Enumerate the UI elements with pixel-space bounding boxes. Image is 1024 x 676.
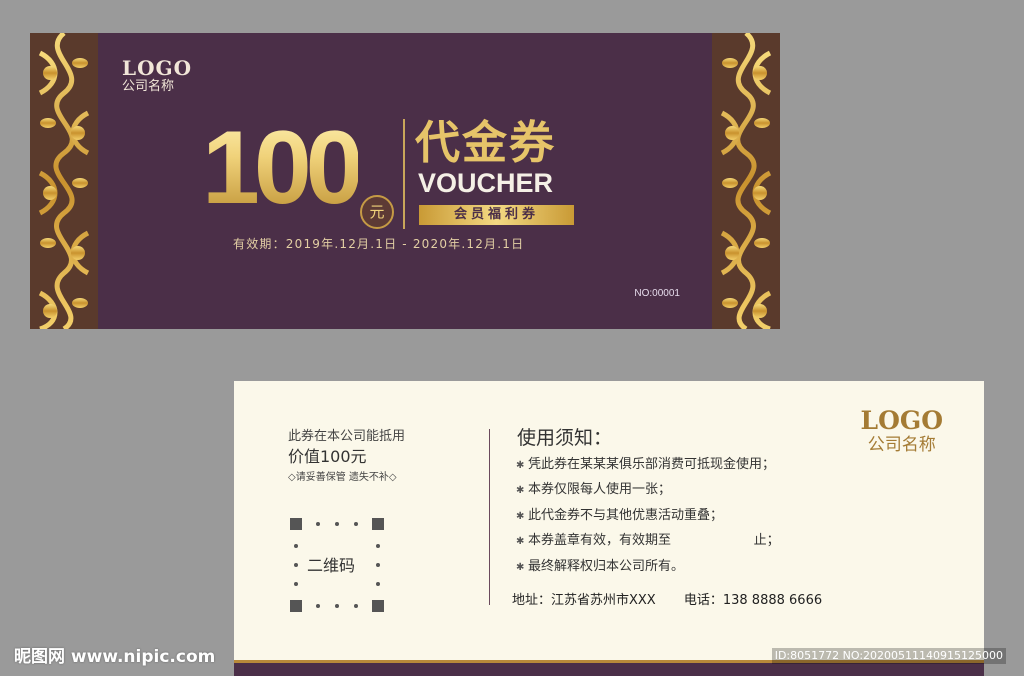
voucher-front: LOGO 公司名称 100 元 代金券 VOUCHER 会员福利券 有效期：20… <box>30 33 780 329</box>
title-divider <box>403 119 405 229</box>
bullet-icon: ✱ <box>516 561 525 573</box>
serial-number: NO:00001 <box>634 288 680 299</box>
usage-note: 此券在本公司能抵用 <box>288 429 406 444</box>
bullet-icon: ✱ <box>516 485 525 497</box>
company-logo: LOGO 公司名称 <box>122 57 192 95</box>
address: 地址：江苏省苏州市XXX <box>512 593 656 608</box>
keep-safe-note: ◇请妥善保管 遗失不补◇ <box>288 472 397 483</box>
gold-ornament-right <box>712 33 780 329</box>
voucher-back: 此券在本公司能抵用 价值100元 ◇请妥善保管 遗失不补◇ 二维码 使用须知： … <box>234 381 984 676</box>
bullet-icon: ✱ <box>516 510 525 522</box>
qr-label: 二维码 <box>307 556 356 575</box>
voucher-amount: 100 <box>202 110 364 226</box>
notice-text: 本券仅限每人使用一张； <box>528 482 672 498</box>
list-item: ✱ 本券仅限每人使用一张； <box>516 478 780 503</box>
site-watermark: 昵图网 www.nipic.com <box>14 647 216 667</box>
usage-notice-list: ✱ 凭此券在某某某俱乐部消费可抵现金使用； ✱ 本券仅限每人使用一张； ✱ 此代金券不… <box>516 453 780 580</box>
company-name: 公司名称 <box>122 79 175 94</box>
list-item: ✱ 本券盖章有效，有效期至 止； <box>516 529 780 554</box>
bullet-icon: ✱ <box>516 536 525 548</box>
list-item: ✱ 此代金券不与其他优惠活动重叠； <box>516 504 780 529</box>
logo-text: LOGO <box>860 406 943 435</box>
id-watermark: ID:8051772 NO:20200511140915125000 <box>771 648 1006 664</box>
validity-period: 有效期：2019年.12月.1日 - 2020年.12月.1日 <box>233 237 525 251</box>
currency-badge: 元 <box>360 195 394 229</box>
notice-text: 本券盖章有效，有效期至 止； <box>528 533 780 549</box>
bullet-icon: ✱ <box>516 460 525 471</box>
voucher-title-cn: 代金券 <box>415 116 557 169</box>
voucher-title-en: VOUCHER <box>418 168 554 198</box>
member-benefit-badge: 会员福利券 <box>419 205 574 225</box>
value-note: 价值100元 <box>288 447 367 466</box>
logo-text: LOGO <box>122 56 192 80</box>
gold-ornament-left <box>30 33 98 329</box>
back-divider <box>489 429 490 605</box>
usage-notice-title: 使用须知： <box>517 427 613 449</box>
phone: 电话：138 8888 6666 <box>683 593 823 608</box>
list-item: ✱ 凭此券在某某某俱乐部消费可抵现金使用； <box>516 453 780 478</box>
notice-text: 此代金券不与其他优惠活动重叠； <box>528 507 724 523</box>
notice-text: 凭此券在某某某俱乐部消费可抵现金使用； <box>528 457 776 472</box>
company-logo-back: LOGO 公司名称 <box>860 406 943 456</box>
notice-text: 最终解释权归本公司所有。 <box>528 558 685 574</box>
list-item: ✱ 最终解释权归本公司所有。 <box>516 555 780 580</box>
contact-info: 地址：江苏省苏州市XXX 电话：138 8888 6666 <box>512 592 822 610</box>
company-name: 公司名称 <box>867 435 936 455</box>
